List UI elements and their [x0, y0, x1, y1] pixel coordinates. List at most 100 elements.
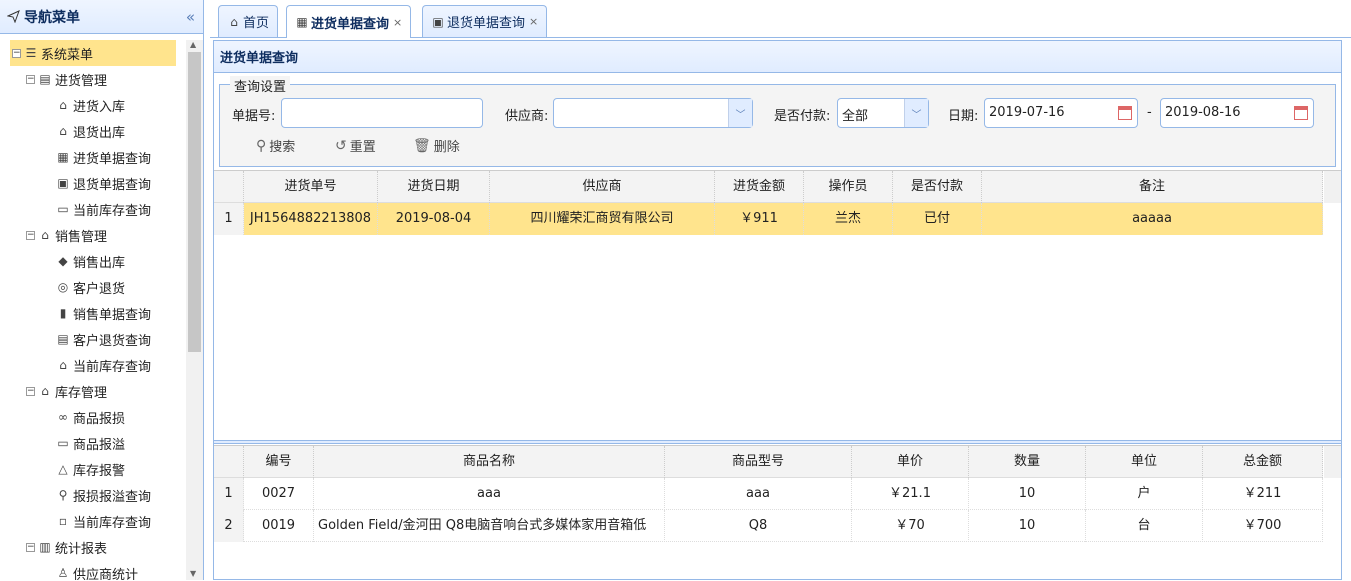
- tab-home[interactable]: ⌂ 首页: [218, 5, 279, 37]
- column-header[interactable]: 是否付款: [893, 171, 982, 203]
- tree-group-purchase[interactable]: − ▤ 进货管理: [0, 66, 186, 92]
- table-row[interactable]: 1 0027 aaa aaa ￥21.1 10 户 ￥211: [214, 478, 1323, 510]
- collapse-toggle-icon[interactable]: −: [12, 48, 21, 58]
- column-header[interactable]: 单位: [1086, 446, 1203, 478]
- sidebar-scrollbar[interactable]: ▲ ▼: [186, 40, 203, 580]
- collapse-toggle-icon[interactable]: −: [26, 386, 35, 396]
- calendar-picker-icon[interactable]: [1113, 99, 1137, 127]
- column-header[interactable]: 供应商: [490, 171, 715, 203]
- calendar-picker-icon[interactable]: [1289, 99, 1313, 127]
- supplier-combo[interactable]: ﹀: [553, 98, 753, 128]
- tree-group-sales[interactable]: − ⌂ 销售管理: [0, 222, 186, 248]
- shop-icon: ⌂: [41, 228, 49, 242]
- tree-item-damage-report[interactable]: ∞ 商品报损: [0, 404, 186, 430]
- search-button-label: 搜索: [269, 140, 296, 155]
- column-header[interactable]: 单价: [852, 446, 969, 478]
- table-cell: 10: [969, 510, 1086, 542]
- collapse-toggle-icon[interactable]: −: [26, 74, 35, 84]
- grid-splitter[interactable]: [214, 440, 1341, 444]
- table-cell: Q8: [665, 510, 852, 542]
- column-header[interactable]: 进货日期: [378, 171, 490, 203]
- collapse-toggle-icon[interactable]: −: [26, 230, 35, 240]
- tree-item-stock-query-3[interactable]: ▫ 当前库存查询: [0, 508, 186, 534]
- query-legend: 查询设置: [230, 76, 291, 95]
- date-from-input[interactable]: 2019-07-16: [984, 98, 1138, 128]
- tree-group-inventory[interactable]: − ⌂ 库存管理: [0, 378, 186, 404]
- bill-no-input[interactable]: [281, 98, 483, 128]
- tree-item-overflow-report[interactable]: ▭ 商品报溢: [0, 430, 186, 456]
- tree-item-return-out[interactable]: ⌂ 退货出库: [0, 118, 186, 144]
- clipboard-icon: ▤: [57, 332, 69, 346]
- reset-button[interactable]: ↺ 重置: [335, 136, 376, 156]
- tab-bar: ⌂ 首页 ▦ 进货单据查询 × ▣ 退货单据查询 ×: [210, 0, 1351, 38]
- column-header[interactable]: 总金额: [1203, 446, 1323, 478]
- table-cell: 四川耀荣汇商贸有限公司: [490, 203, 715, 235]
- tree-item-stock-query-2[interactable]: ⌂ 当前库存查询: [0, 352, 186, 378]
- bill-icon: ▮: [59, 306, 67, 320]
- close-icon[interactable]: ×: [529, 15, 538, 28]
- grid-scrollbar[interactable]: [1324, 446, 1341, 478]
- column-header[interactable]: 编号: [244, 446, 314, 478]
- purchase-bill-grid: 进货单号 进货日期 供应商 进货金额 操作员 是否付款 备注 1 JH15648…: [214, 170, 1341, 440]
- tree-item-return-query[interactable]: ▣ 退货单据查询: [0, 170, 186, 196]
- tree-item-stock-query-1[interactable]: ▭ 当前库存查询: [0, 196, 186, 222]
- grid-scrollbar[interactable]: [1324, 171, 1341, 203]
- house-out-icon: ⌂: [59, 124, 67, 138]
- trash-icon: 🗑: [413, 137, 431, 154]
- table-cell: aaaaa: [982, 203, 1323, 235]
- image-icon: ▭: [57, 436, 69, 450]
- table-cell: 兰杰: [804, 203, 893, 235]
- column-header[interactable]: 进货金额: [715, 171, 804, 203]
- tree-root-system-menu[interactable]: − ☰ 系统菜单: [10, 40, 176, 66]
- delete-button[interactable]: 🗑 删除: [413, 136, 460, 156]
- column-header[interactable]: 商品型号: [665, 446, 852, 478]
- tree-item-stock-alarm[interactable]: △ 库存报警: [0, 456, 186, 482]
- delete-button-label: 删除: [433, 140, 460, 155]
- tree-item-purchase-in[interactable]: ⌂ 进货入库: [0, 92, 186, 118]
- collapse-toggle-icon[interactable]: −: [26, 542, 35, 552]
- collapse-sidebar-icon[interactable]: «: [186, 8, 195, 26]
- tree-item-customer-return[interactable]: ◎ 客户退货: [0, 274, 186, 300]
- tree-item-damage-overflow-query[interactable]: ⚲ 报损报溢查询: [0, 482, 186, 508]
- paid-select[interactable]: 全部 ﹀: [837, 98, 929, 128]
- table-row[interactable]: 1 JH1564882213808 2019-08-04 四川耀荣汇商贸有限公司…: [214, 203, 1323, 235]
- table-cell: 10: [969, 478, 1086, 510]
- tree-item-label: 商品报损: [73, 411, 126, 427]
- tree-item-sales-out[interactable]: ◆ 销售出库: [0, 248, 186, 274]
- column-header[interactable]: 进货单号: [244, 171, 378, 203]
- chevron-down-icon[interactable]: ﹀: [728, 99, 752, 127]
- table-cell: 0027: [244, 478, 314, 510]
- tree-group-label: 销售管理: [55, 229, 108, 245]
- scroll-down-icon[interactable]: ▼: [190, 569, 196, 578]
- tree-item-supplier-stats[interactable]: ♙ 供应商统计: [0, 560, 186, 580]
- tree-item-label: 销售出库: [73, 255, 126, 271]
- tree-item-label: 库存报警: [73, 463, 126, 479]
- user-icon: ♙: [57, 566, 69, 580]
- column-header[interactable]: 备注: [982, 171, 1323, 203]
- column-header[interactable]: 商品名称: [314, 446, 665, 478]
- home-icon: ⌂: [230, 14, 238, 29]
- date-to-input[interactable]: 2019-08-16: [1160, 98, 1314, 128]
- tree-item-customer-return-query[interactable]: ▤ 客户退货查询: [0, 326, 186, 352]
- tree-group-label: 库存管理: [55, 385, 108, 401]
- scroll-up-icon[interactable]: ▲: [190, 40, 196, 49]
- table-cell: 台: [1086, 510, 1203, 542]
- table-cell: aaa: [665, 478, 852, 510]
- calendar-icon: ▣: [432, 14, 444, 29]
- tree-group-label: 统计报表: [55, 541, 108, 557]
- grid-icon: ▫: [58, 514, 68, 528]
- menu-list-icon: ☰: [25, 46, 37, 60]
- scrollbar-thumb[interactable]: [188, 52, 201, 352]
- tab-return-query[interactable]: ▣ 退货单据查询 ×: [422, 5, 548, 37]
- tab-purchase-query[interactable]: ▦ 进货单据查询 ×: [286, 5, 412, 38]
- tree-item-sales-query[interactable]: ▮ 销售单据查询: [0, 300, 186, 326]
- bar-chart-icon: ▥: [39, 540, 51, 554]
- chevron-down-icon[interactable]: ﹀: [904, 99, 928, 127]
- column-header[interactable]: 操作员: [804, 171, 893, 203]
- search-button[interactable]: ⚲ 搜索: [256, 136, 296, 156]
- table-row[interactable]: 2 0019 Golden Field/金河田 Q8电脑音响台式多媒体家用音箱低…: [214, 510, 1323, 542]
- close-icon[interactable]: ×: [393, 16, 402, 29]
- tree-group-reports[interactable]: − ▥ 统计报表: [0, 534, 186, 560]
- tree-item-purchase-query[interactable]: ▦ 进货单据查询: [0, 144, 186, 170]
- column-header[interactable]: 数量: [969, 446, 1086, 478]
